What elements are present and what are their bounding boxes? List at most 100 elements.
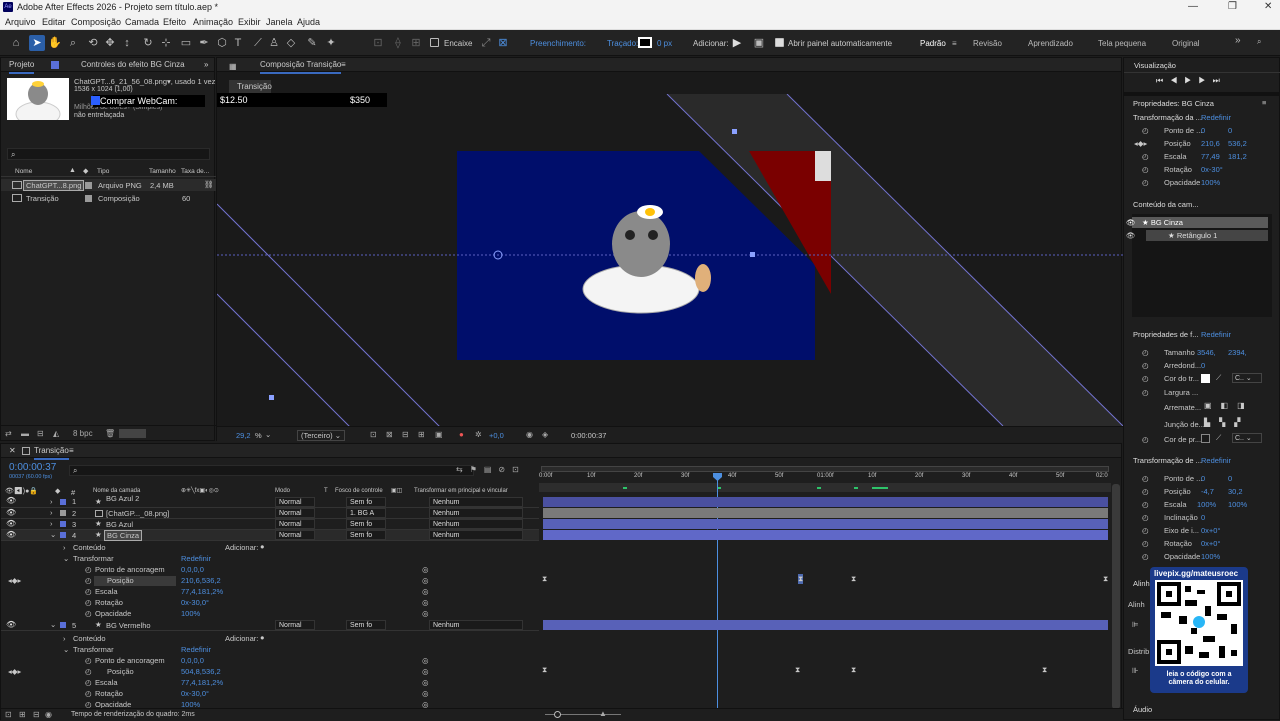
stopwatch-icon[interactable]: ◴ (85, 667, 92, 676)
anchor-y[interactable]: 0 (1228, 126, 1232, 135)
project-search-input[interactable]: ⌕ (7, 148, 210, 160)
minimize-icon[interactable]: — (1188, 1, 1198, 12)
timeline-menu-icon[interactable]: ≡ (69, 444, 74, 458)
adjust-icon[interactable]: ◭ (53, 429, 59, 438)
round-value[interactable]: 0 (1201, 361, 1205, 370)
stopwatch-icon[interactable]: ◴ (1142, 526, 1149, 535)
stroke-label[interactable]: Traçado: (607, 39, 638, 48)
snap-checkbox[interactable] (430, 38, 439, 47)
comp-menu-icon[interactable]: ≡ (341, 58, 346, 72)
col-parent[interactable]: Transformar em principal e vincular (414, 488, 508, 494)
add-menu-icon[interactable]: ▶ (729, 35, 745, 51)
add-icon[interactable]: ● (260, 542, 265, 551)
label-color[interactable] (60, 499, 66, 505)
properties-menu-icon[interactable]: ≡ (1262, 98, 1266, 107)
layer-name[interactable]: BG Vermelho (106, 621, 151, 630)
workspace-padrao[interactable]: Padrão (920, 39, 946, 48)
parent-dropdown[interactable]: Nenhum (429, 620, 523, 630)
zoom-value[interactable]: 29,2 (236, 431, 251, 440)
mode-dropdown[interactable]: Normal (275, 519, 315, 529)
transfer-icon[interactable]: ⊟ (33, 710, 40, 719)
eye-icon[interactable]: 👁 (6, 496, 16, 505)
fill-dropdown[interactable]: C.. ⌄ (1232, 373, 1262, 383)
stroke-dropdown[interactable]: C.. ⌄ (1232, 433, 1262, 443)
keyframe-icon[interactable]: ⧗ (851, 665, 856, 675)
anchor-tool-icon[interactable]: ⊹ (158, 35, 174, 51)
table-row[interactable]: 👁 › 1 ★ BG Azul 2 Normal Sem fo Nenhum (1, 494, 539, 508)
expand-icon[interactable]: › (63, 543, 66, 552)
prop-position-value[interactable]: 210,6,536,2 (181, 576, 221, 585)
graph-icon[interactable]: ◎ (422, 565, 429, 574)
eye-icon[interactable]: 👁 (1126, 230, 1136, 241)
transparency-grid-icon[interactable]: ⊠ (386, 430, 393, 439)
trash-icon[interactable]: 🗑 (105, 429, 115, 438)
col-size[interactable]: Tamanho (149, 168, 176, 175)
position-y[interactable]: 536,2 (1228, 139, 1247, 148)
collapse-icon[interactable]: ⌄ (63, 554, 69, 563)
matte-dropdown[interactable]: Sem fo (346, 497, 386, 507)
label-color[interactable] (60, 510, 66, 516)
comp-viewer[interactable] (217, 94, 1123, 426)
dolly-tool-icon[interactable]: ↕ (119, 35, 135, 51)
workspace-menu-icon[interactable]: ≡ (952, 39, 957, 48)
content-item-rect[interactable]: 👁 ★ Retângulo 1 (1126, 230, 1268, 241)
fill-color-swatch[interactable] (1201, 374, 1210, 383)
col-rate[interactable]: Taxa de... (181, 168, 209, 175)
graph-icon[interactable]: ◎ (422, 656, 429, 665)
stopwatch-icon[interactable]: ◴ (1142, 152, 1149, 161)
stopwatch-icon[interactable]: ◴ (1142, 487, 1149, 496)
distribute-icon[interactable]: ⊞ (408, 35, 424, 51)
comp-subtab[interactable]: Transição (229, 80, 272, 93)
graph-icon[interactable]: ◎ (422, 609, 429, 618)
layer-bar[interactable] (543, 519, 1108, 529)
menu-composicao[interactable]: Composição (71, 17, 121, 27)
comp-timecode[interactable]: 0:00:00:37 (571, 431, 606, 440)
keyframe-icon[interactable]: ⧗ (795, 665, 800, 675)
type-tool-icon[interactable]: T (230, 35, 246, 51)
snap-extra-icon[interactable]: ⟠ (390, 35, 406, 51)
menu-arquivo[interactable]: Arquivo (5, 17, 36, 27)
col-mode[interactable]: Modo (275, 488, 290, 494)
guides-icon[interactable]: ⊞ (418, 430, 425, 439)
layer-bar[interactable] (543, 620, 1108, 630)
stopwatch-icon[interactable]: ◴ (85, 598, 92, 607)
size-x[interactable]: 3546, (1197, 348, 1216, 357)
snapshot-icon[interactable]: ◉ (526, 430, 533, 439)
stopwatch-icon[interactable]: ◴ (85, 587, 92, 596)
stopwatch-icon[interactable]: ◴ (1142, 539, 1149, 548)
keyframe-icon[interactable]: ⧗ (542, 665, 547, 675)
matte-dropdown[interactable]: 1. BG A (346, 508, 386, 518)
prop-position-value[interactable]: 504,8,536,2 (181, 667, 221, 676)
workspace-aprendizado[interactable]: Aprendizado (1028, 39, 1073, 48)
cap-buttons[interactable]: ▣◧◨ (1204, 401, 1254, 410)
time-ruler[interactable]: 0:00f 10f 20f 30f 40f 50f 01:00f 10f 20f… (539, 464, 1111, 492)
prop-scale-value[interactable]: 77,4,181,2% (181, 587, 223, 596)
size-y[interactable]: 2394, (1228, 348, 1247, 357)
workspace-revisao[interactable]: Revisão (973, 39, 1002, 48)
table-row[interactable]: 👁 › 2 [ChatGP..._08.png] Normal 1. BG A … (1, 508, 539, 519)
list-item[interactable]: ChatGPT...8.png Arquivo PNG 2,4 MB ⛓ (1, 179, 216, 191)
collapse-icon[interactable]: ⌄ (50, 620, 56, 629)
timeline-timecode[interactable]: 0:00:00:37 (9, 462, 56, 473)
timeline-switches[interactable]: ⇆⚑▤⊘⊡ (456, 465, 536, 474)
list-item[interactable]: Transição Composição 60 (1, 192, 216, 204)
home-icon[interactable]: ⌂ (8, 35, 24, 51)
rotation-value[interactable]: 0x-30° (1201, 165, 1223, 174)
graph-icon[interactable]: ◎ (422, 598, 429, 607)
table-row[interactable]: 👁 › 3 ★ BG Azul Normal Sem fo Nenhum (1, 519, 539, 530)
prop-scale-value[interactable]: 77,4,181,2% (181, 678, 223, 687)
graph-icon[interactable]: ◎ (422, 689, 429, 698)
eye-icon[interactable]: 👁 (6, 620, 16, 629)
work-area-bar[interactable] (541, 466, 1109, 472)
menu-exibir[interactable]: Exibir (238, 17, 261, 27)
search-help-icon[interactable]: ⌕ (1257, 37, 1261, 47)
collapse-icon[interactable]: ⌄ (63, 645, 69, 654)
timeline-scrollbar[interactable] (1112, 484, 1120, 709)
parent-dropdown[interactable]: Nenhum (429, 519, 523, 529)
stopwatch-icon[interactable]: ◴ (1142, 513, 1149, 522)
puppet-tool-icon[interactable]: ✦ (323, 35, 339, 51)
tab-composition[interactable]: Composição Transição (260, 58, 342, 74)
collapse-icon[interactable]: ⌄ (50, 530, 56, 539)
region-icon[interactable]: ⊡ (370, 430, 377, 439)
eye-icon[interactable]: 👁 (6, 508, 16, 517)
